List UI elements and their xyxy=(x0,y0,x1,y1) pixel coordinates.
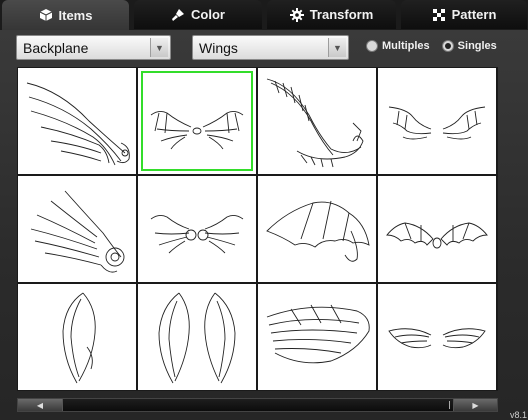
pair-curved-wings-icon xyxy=(158,292,236,384)
grid-item[interactable] xyxy=(138,284,256,390)
cube-icon xyxy=(39,9,52,21)
grid-item[interactable] xyxy=(378,68,496,174)
chevron-down-icon[interactable]: ▼ xyxy=(150,38,168,57)
grid-item[interactable] xyxy=(258,176,376,282)
item-select[interactable]: Wings ▼ xyxy=(192,35,349,60)
grid-item[interactable] xyxy=(378,284,496,390)
tab-bar: Items Color Transform Pattern xyxy=(0,0,528,30)
grid-item[interactable] xyxy=(18,68,136,174)
brush-icon xyxy=(172,8,185,21)
single-curved-wing-icon xyxy=(62,292,96,384)
pair-swept-wings-icon xyxy=(388,106,486,140)
multiples-radio[interactable] xyxy=(366,40,378,52)
scroll-right-button[interactable]: ▶ xyxy=(454,399,497,411)
tab-items-label: Items xyxy=(58,7,93,23)
item-select-value: Wings xyxy=(199,39,238,56)
arrow-left-icon: ◀ xyxy=(36,400,44,410)
grid-item[interactable] xyxy=(258,284,376,390)
grid-item[interactable] xyxy=(138,68,256,174)
multiples-label: Multiples xyxy=(382,40,430,52)
scrollbar-thumb[interactable] xyxy=(62,399,454,411)
tab-color[interactable]: Color xyxy=(134,0,262,29)
grid-item[interactable] xyxy=(138,176,256,282)
scroll-left-button[interactable]: ◀ xyxy=(18,399,62,411)
grip-icon xyxy=(449,401,450,409)
horizontal-scrollbar[interactable]: ◀ ▶ xyxy=(17,398,498,412)
single-mechanical-wing-icon xyxy=(30,190,125,273)
items-panel: Backplane ▼ Wings ▼ Multiples Singles ◀ … xyxy=(0,30,528,420)
category-select[interactable]: Backplane ▼ xyxy=(16,35,171,60)
single-angel-wing-icon xyxy=(266,304,370,364)
item-grid xyxy=(17,67,498,391)
pair-mechanical-wings-icon xyxy=(150,214,244,254)
pair-bat-wings-icon xyxy=(386,222,488,249)
display-mode-radio-group: Multiples Singles xyxy=(366,40,505,52)
tab-pattern-label: Pattern xyxy=(451,7,497,22)
gear-icon xyxy=(289,7,304,22)
grid-item[interactable] xyxy=(258,68,376,174)
singles-label: Singles xyxy=(457,40,497,52)
curved-mechanical-wing-icon xyxy=(266,78,364,168)
checker-icon xyxy=(432,8,445,21)
chevron-down-icon[interactable]: ▼ xyxy=(328,38,346,57)
tab-items[interactable]: Items xyxy=(2,0,129,30)
tab-color-label: Color xyxy=(191,7,225,22)
version-label: v8.1 xyxy=(510,410,528,420)
pair-bone-wings-icon xyxy=(150,110,244,150)
arrow-right-icon: ▶ xyxy=(472,400,479,410)
single-bat-wing-icon xyxy=(266,200,370,262)
category-select-value: Backplane xyxy=(23,39,89,56)
single-feathered-wing-icon xyxy=(26,82,130,166)
tab-transform[interactable]: Transform xyxy=(267,0,396,29)
grid-item[interactable] xyxy=(18,176,136,282)
grid-item[interactable] xyxy=(378,176,496,282)
singles-radio[interactable] xyxy=(441,40,454,52)
pair-angel-wings-icon xyxy=(388,328,486,349)
tab-pattern[interactable]: Pattern xyxy=(401,0,527,29)
grid-item[interactable] xyxy=(18,284,136,390)
tab-transform-label: Transform xyxy=(309,7,374,22)
